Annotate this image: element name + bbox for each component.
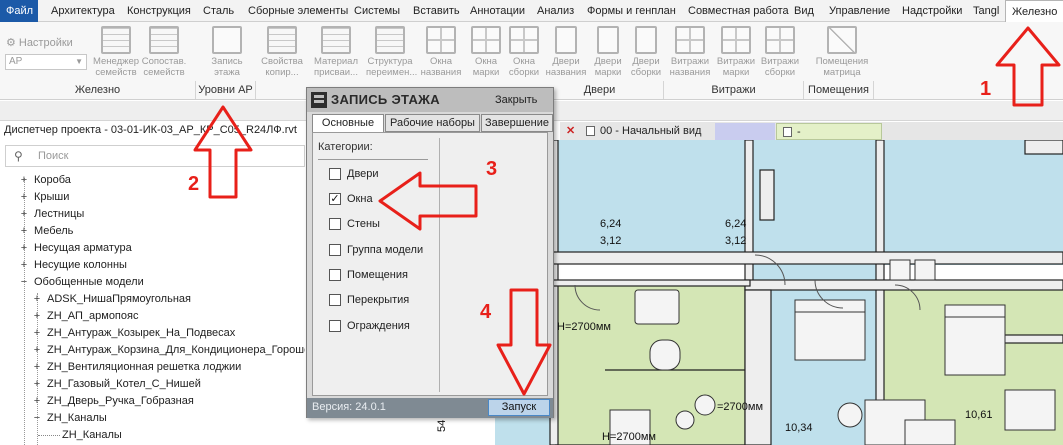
- annotation-number: 2: [188, 173, 200, 195]
- annotation-number: 3: [486, 158, 498, 180]
- arrow-left-icon: [378, 171, 478, 231]
- annotation-overlay: [193, 26, 1061, 396]
- arrow-down-icon: [496, 288, 552, 396]
- annotation-arrows: [193, 26, 1061, 396]
- arrow-up-icon: [995, 26, 1061, 107]
- annotation-number: 4: [480, 301, 492, 323]
- arrow-up-icon: [193, 105, 253, 199]
- annotation-number: 1: [980, 78, 992, 100]
